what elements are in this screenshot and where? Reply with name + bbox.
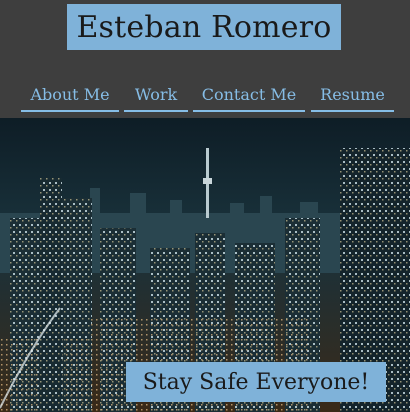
hero-caption-box: Stay Safe Everyone!	[126, 362, 386, 402]
main-nav: About Me Work Contact Me Resume	[0, 78, 410, 112]
nav-item-contact-me[interactable]: Contact Me	[193, 78, 305, 112]
site-title-box: Esteban Romero	[67, 4, 341, 50]
site-header: Esteban Romero About Me Work Contact Me …	[0, 0, 410, 118]
nav-item-work[interactable]: Work	[124, 78, 188, 112]
nav-item-about-me[interactable]: About Me	[21, 78, 119, 112]
hero-caption: Stay Safe Everyone!	[142, 369, 370, 395]
site-title: Esteban Romero	[76, 9, 332, 45]
nav-item-resume[interactable]: Resume	[311, 78, 394, 112]
